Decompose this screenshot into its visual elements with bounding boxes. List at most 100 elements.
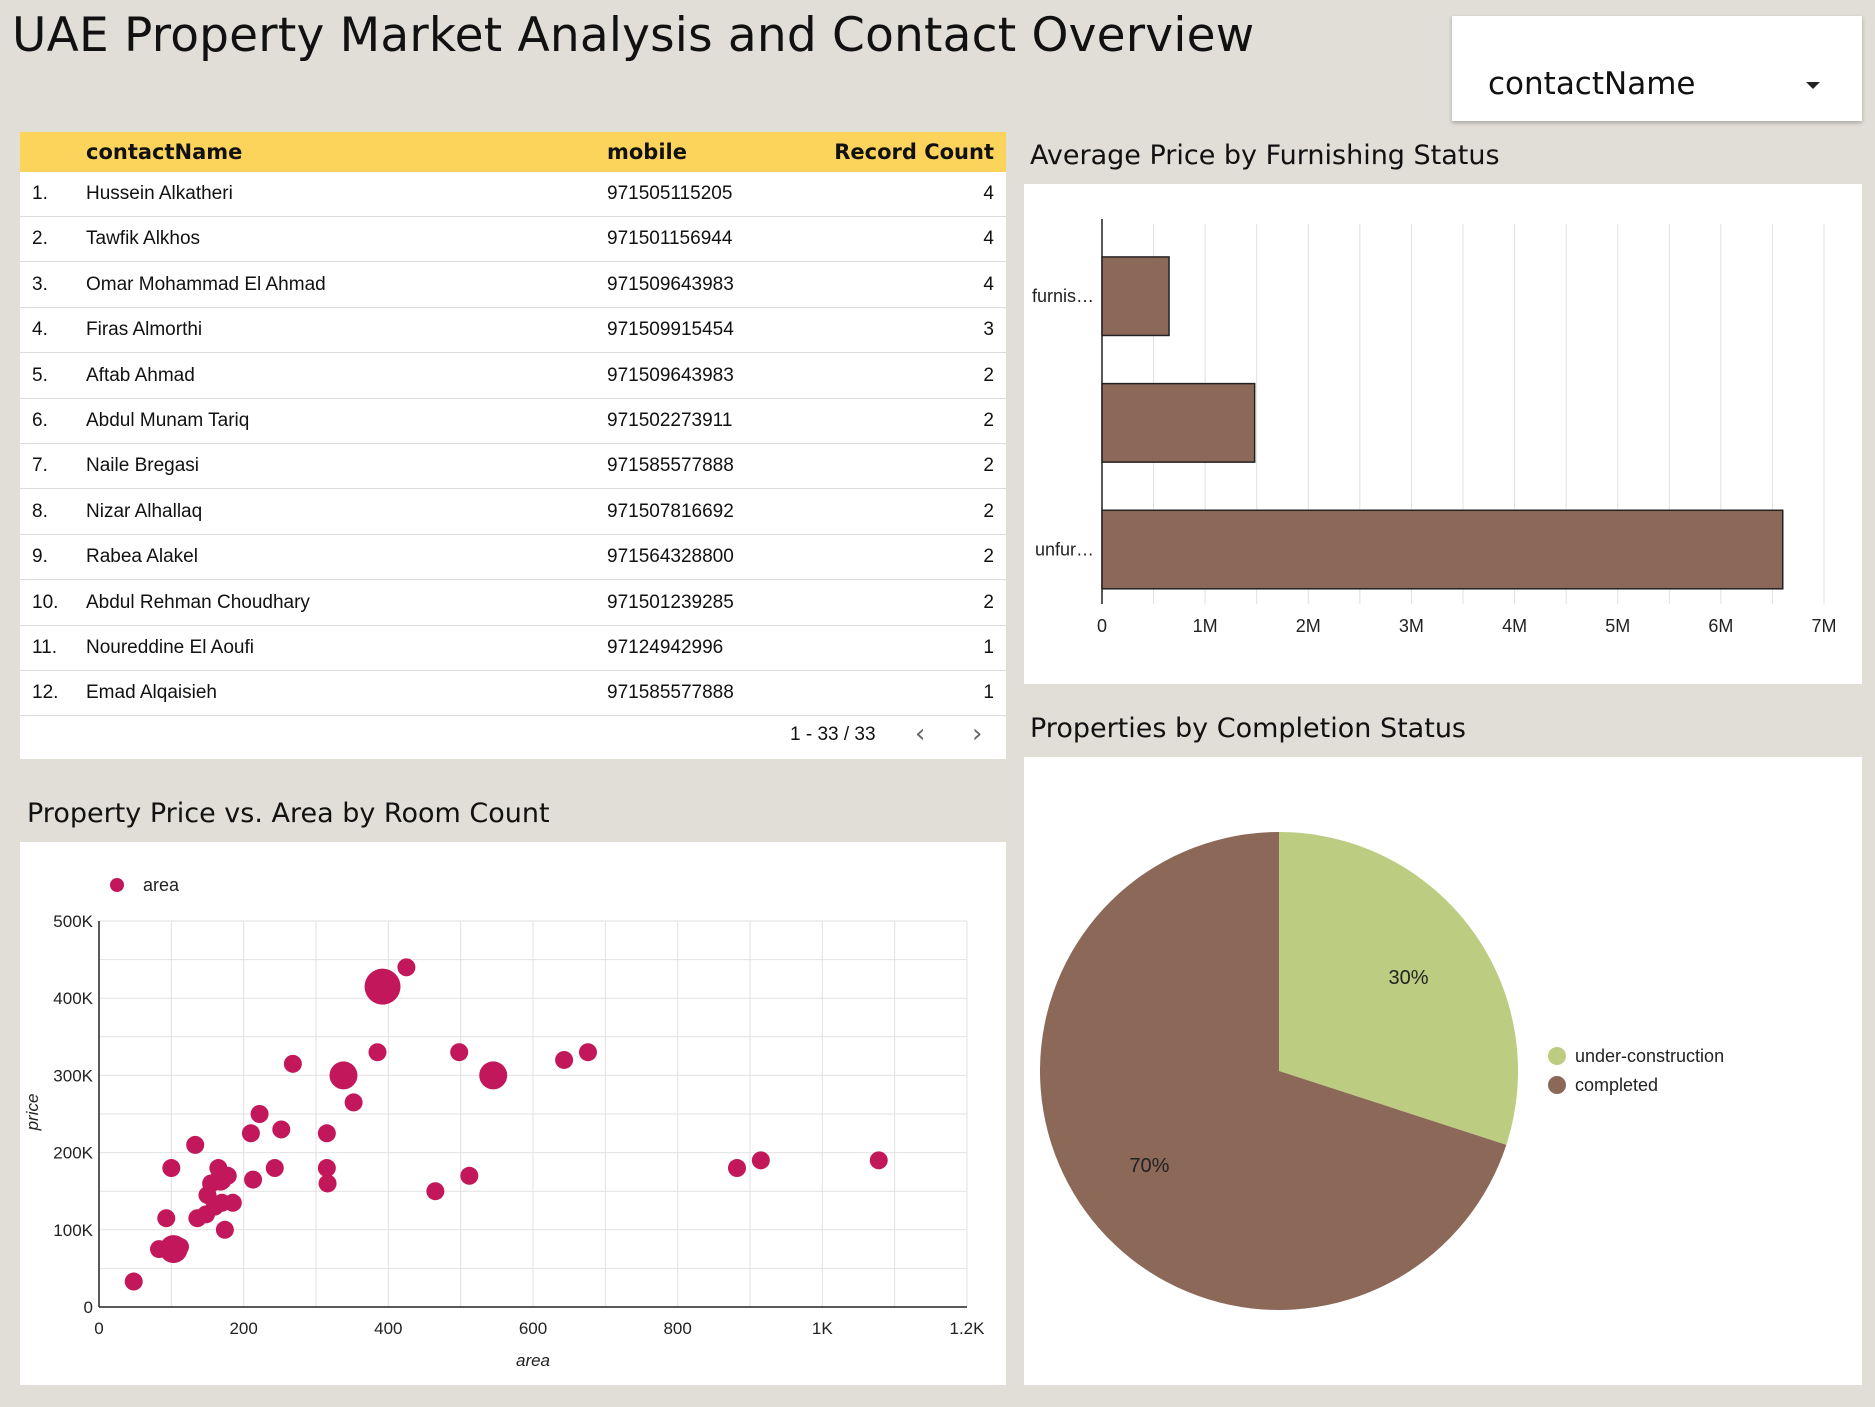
pie-slice-label: 30%: [1389, 967, 1429, 989]
scatter-point[interactable]: [317, 1159, 336, 1178]
scatter-point[interactable]: [450, 1043, 469, 1062]
column-header-record-count[interactable]: Record Count: [834, 140, 994, 164]
scatter-point[interactable]: [317, 1124, 336, 1143]
scatter-point[interactable]: [250, 1105, 269, 1123]
mobile-cell: 971501239285: [607, 591, 734, 613]
mobile-cell: 971507816692: [607, 500, 734, 522]
scatter-point[interactable]: [344, 1093, 363, 1112]
pie-chart-panel: 30% under-construction 70% completed: [1024, 757, 1862, 1385]
mobile-cell: 971585577888: [607, 455, 734, 477]
scatter-point[interactable]: [479, 1061, 508, 1090]
row-index: 9.: [32, 546, 48, 568]
scatter-point[interactable]: [223, 1193, 242, 1212]
contact-name-cell: Firas Almorthi: [86, 319, 203, 341]
scatter-point[interactable]: [555, 1050, 574, 1069]
scatter-point[interactable]: [869, 1151, 888, 1170]
scatter-point[interactable]: [218, 1166, 237, 1185]
row-index: 10.: [32, 591, 59, 613]
table-row[interactable]: 2. Tawfik Alkhos 971501156944 4: [20, 217, 1006, 263]
bar[interactable]: [1101, 382, 1256, 463]
record-count-cell: 2: [983, 591, 994, 613]
scatter-chart-title: Property Price vs. Area by Room Count: [27, 798, 550, 829]
table-row[interactable]: 5. Aftab Ahmad 971509643983 2: [20, 354, 1006, 399]
scatter-x-axis-label: area: [516, 1351, 550, 1370]
bar[interactable]: [1101, 256, 1170, 337]
mobile-cell: 971509915454: [607, 319, 734, 341]
scatter-y-tick-label: 300K: [53, 1066, 93, 1085]
table-row[interactable]: 3. Omar Mohammad El Ahmad 971509643983 4: [20, 263, 1006, 308]
scatter-point[interactable]: [265, 1159, 284, 1178]
bar-x-tick-label: 1M: [1193, 616, 1218, 636]
table-row[interactable]: 4. Firas Almorthi 971509915454 3: [20, 308, 1006, 354]
scatter-point[interactable]: [241, 1124, 260, 1143]
contact-name-cell: Naile Bregasi: [86, 455, 199, 477]
scatter-point[interactable]: [244, 1170, 263, 1189]
mobile-cell: 97124942996: [607, 637, 724, 658]
scatter-point[interactable]: [578, 1043, 597, 1062]
scatter-point[interactable]: [368, 1043, 387, 1062]
bar-chart-title: Average Price by Furnishing Status: [1030, 140, 1500, 171]
record-count-cell: 2: [983, 455, 994, 477]
scatter-point[interactable]: [727, 1159, 746, 1178]
bar[interactable]: [1101, 509, 1784, 590]
bar-x-tick-label: 0: [1097, 616, 1107, 636]
scatter-point[interactable]: [162, 1159, 181, 1178]
scatter-chart-panel: 0 200 400 600 800 1K 1.2K 0 100K 200K 300K 400K 500K…: [20, 842, 1006, 1385]
contact-name-cell: Omar Mohammad El Ahmad: [86, 273, 326, 295]
record-count-cell: 4: [983, 183, 994, 204]
row-index: 12.: [32, 682, 59, 704]
contact-name-filter-dropdown[interactable]: contactName: [1452, 16, 1862, 121]
bar-x-tick-label: 2M: [1296, 616, 1321, 636]
record-count-cell: 2: [983, 410, 994, 431]
table-row[interactable]: 7. Naile Bregasi 971585577888 2: [20, 444, 1006, 490]
bar-x-tick-label: 3M: [1399, 616, 1424, 636]
scatter-point[interactable]: [318, 1174, 337, 1193]
pie-chart-title: Properties by Completion Status: [1030, 713, 1466, 744]
table-row[interactable]: 8. Nizar Alhallaq 971507816692 2: [20, 490, 1006, 535]
row-index: 1.: [32, 183, 48, 204]
column-header-contactname[interactable]: contactName: [86, 140, 242, 164]
column-header-mobile[interactable]: mobile: [607, 140, 687, 164]
scatter-point[interactable]: [272, 1120, 291, 1139]
row-index: 4.: [32, 319, 48, 341]
scatter-y-axis-label: price: [23, 1094, 42, 1132]
scatter-point[interactable]: [426, 1182, 445, 1201]
table-row[interactable]: 1. Hussein Alkatheri 971505115205 4: [20, 172, 1006, 217]
scatter-x-tick-label: 200: [229, 1319, 257, 1338]
scatter-point[interactable]: [186, 1135, 205, 1154]
chevron-right-icon[interactable]: ›: [972, 721, 982, 747]
scatter-x-tick-label: 600: [519, 1319, 547, 1338]
chevron-down-icon[interactable]: [1806, 82, 1820, 89]
chevron-left-icon[interactable]: ‹: [915, 721, 925, 747]
scatter-point[interactable]: [171, 1237, 190, 1256]
scatter-point[interactable]: [124, 1272, 143, 1291]
scatter-point[interactable]: [460, 1166, 479, 1185]
contact-name-cell: Aftab Ahmad: [86, 364, 195, 386]
table-row[interactable]: 6. Abdul Munam Tariq 971502273911 2: [20, 399, 1006, 444]
table-row[interactable]: 11. Noureddine El Aoufi 97124942996 1: [20, 626, 1006, 671]
table-row[interactable]: 12. Emad Alqaisieh 971585577888 1: [20, 671, 1006, 717]
record-count-cell: 4: [983, 273, 994, 295]
page-title: UAE Property Market Analysis and Contact…: [12, 8, 1255, 63]
scatter-chart: 0 200 400 600 800 1K 1.2K 0 100K 200K 300K 400K 500K…: [23, 875, 985, 1370]
contact-name-cell: Abdul Rehman Choudhary: [86, 591, 310, 613]
filter-label: contactName: [1488, 66, 1696, 102]
scatter-point[interactable]: [215, 1220, 234, 1239]
record-count-cell: 2: [983, 546, 994, 568]
pie-legend-label: completed: [1575, 1075, 1658, 1095]
table-row[interactable]: 10. Abdul Rehman Choudhary 971501239285 2: [20, 581, 1006, 626]
table-row[interactable]: 9. Rabea Alakel 971564328800 2: [20, 535, 1006, 581]
scatter-point[interactable]: [329, 1061, 358, 1090]
scatter-point[interactable]: [283, 1054, 302, 1073]
mobile-cell: 971509643983: [607, 364, 734, 386]
scatter-point[interactable]: [364, 968, 401, 1005]
bar-chart: 0 1M 2M 3M 4M 5M 6M 7M furnis… unfur…: [1032, 219, 1837, 636]
scatter-point[interactable]: [397, 958, 416, 977]
scatter-x-tick-label: 800: [663, 1319, 691, 1338]
pie-legend-marker: [1548, 1076, 1566, 1094]
scatter-point[interactable]: [751, 1151, 770, 1170]
scatter-x-tick-label: 0: [94, 1319, 103, 1338]
scatter-point[interactable]: [157, 1209, 176, 1228]
row-index: 2.: [32, 228, 48, 250]
scatter-y-tick-label: 400K: [53, 989, 93, 1008]
